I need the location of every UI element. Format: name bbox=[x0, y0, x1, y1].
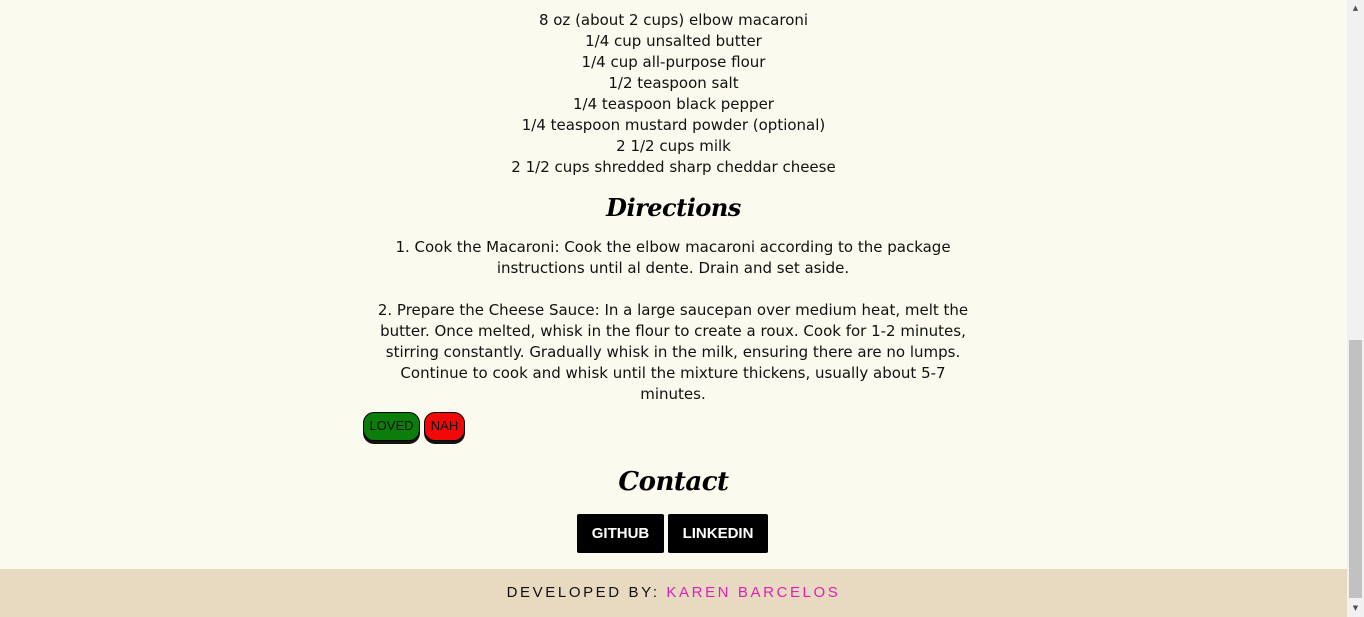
contact-heading: Contact bbox=[618, 467, 729, 497]
ingredient-item: 1/2 teaspoon salt bbox=[608, 74, 739, 92]
linkedin-button[interactable]: LINKEDIN bbox=[668, 514, 768, 553]
directions-heading: Directions bbox=[606, 193, 741, 222]
ingredient-item: 1/4 cup all-purpose flour bbox=[581, 53, 766, 71]
arrow-up-icon[interactable]: ▲ bbox=[1347, 0, 1364, 17]
arrow-down-icon[interactable]: ▼ bbox=[1347, 600, 1364, 617]
ingredient-item: 2 1/2 cups milk bbox=[616, 137, 731, 155]
footer: DEVELOPED BY: KAREN BARCELOS bbox=[0, 569, 1347, 617]
developer-name: KAREN BARCELOS bbox=[666, 584, 841, 601]
footer-prefix: DEVELOPED BY: bbox=[506, 584, 667, 601]
direction-step: 2. Prepare the Cheese Sauce: In a large … bbox=[377, 301, 969, 403]
ingredients-list: 8 oz (about 2 cups) elbow macaroni 1/4 c… bbox=[0, 10, 1347, 178]
ingredient-item: 2 1/2 cups shredded sharp cheddar cheese bbox=[511, 158, 836, 176]
github-button[interactable]: GITHUB bbox=[577, 514, 664, 553]
recipe-page: 8 oz (about 2 cups) elbow macaroni 1/4 c… bbox=[0, 0, 1347, 617]
loved-button[interactable]: LOVED bbox=[363, 412, 420, 441]
scrollbar-thumb[interactable] bbox=[1349, 340, 1362, 598]
ingredient-item: 1/4 cup unsalted butter bbox=[585, 32, 762, 50]
ingredient-item: 8 oz (about 2 cups) elbow macaroni bbox=[538, 11, 809, 29]
nah-button[interactable]: NAH bbox=[424, 412, 465, 441]
direction-step: 1. Cook the Macaroni: Cook the elbow mac… bbox=[395, 238, 951, 277]
ingredient-item: 1/4 teaspoon black pepper bbox=[573, 95, 774, 113]
directions-text: 1. Cook the Macaroni: Cook the elbow mac… bbox=[366, 237, 980, 426]
vertical-scrollbar[interactable]: ▲ ▼ bbox=[1347, 0, 1364, 617]
ingredient-item: 1/4 teaspoon mustard powder (optional) bbox=[521, 116, 826, 134]
